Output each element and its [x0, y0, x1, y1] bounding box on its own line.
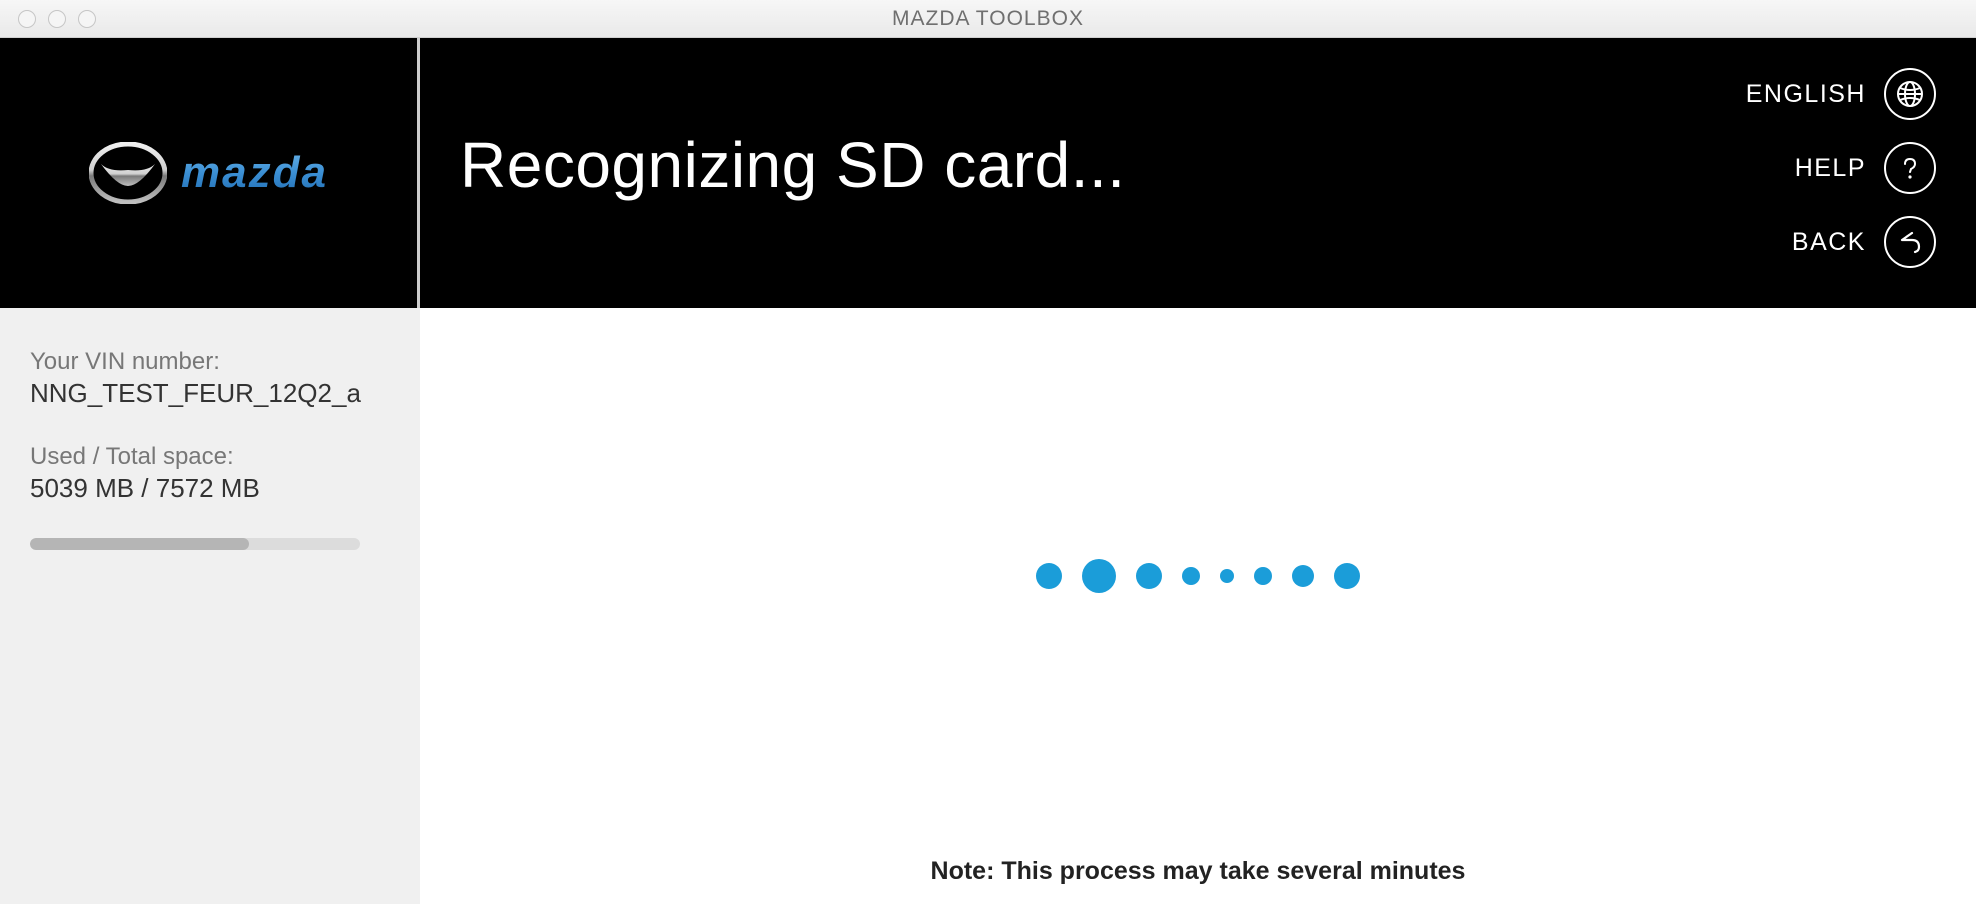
storage-progress [30, 538, 360, 550]
loader-dot [1292, 565, 1314, 587]
loader-dot [1082, 559, 1116, 593]
vin-value: NNG_TEST_FEUR_12Q2_a [30, 378, 390, 409]
help-label: HELP [1795, 154, 1866, 183]
window-title: MAZDA TOOLBOX [0, 7, 1976, 31]
loader-dot [1136, 563, 1162, 589]
page-title: Recognizing SD card... [460, 128, 1126, 202]
window-titlebar: MAZDA TOOLBOX [0, 0, 1976, 38]
loader-dot [1254, 567, 1272, 585]
minimize-window-button[interactable] [48, 10, 66, 28]
vin-label: Your VIN number: [30, 348, 390, 376]
storage-progress-fill [30, 538, 249, 550]
sidebar: mazda Your VIN number: NNG_TEST_FEUR_12Q… [0, 38, 420, 904]
main: Recognizing SD card... ENGLISH [420, 38, 1976, 904]
question-icon [1884, 142, 1936, 194]
main-body: Note: This process may take several minu… [420, 308, 1976, 904]
space-value: 5039 MB / 7572 MB [30, 473, 390, 504]
close-window-button[interactable] [18, 10, 36, 28]
brand-logo: mazda [89, 142, 328, 204]
loader-dot [1220, 569, 1234, 583]
space-label: Used / Total space: [30, 443, 390, 471]
help-button[interactable]: HELP [1795, 142, 1936, 194]
language-label: ENGLISH [1746, 80, 1866, 109]
main-header: Recognizing SD card... ENGLISH [420, 38, 1976, 308]
app-container: mazda Your VIN number: NNG_TEST_FEUR_12Q… [0, 38, 1976, 904]
sidebar-header: mazda [0, 38, 420, 308]
sidebar-body: Your VIN number: NNG_TEST_FEUR_12Q2_a Us… [0, 308, 420, 904]
back-arrow-icon [1884, 216, 1936, 268]
globe-icon [1884, 68, 1936, 120]
window-controls [0, 10, 96, 28]
language-button[interactable]: ENGLISH [1746, 68, 1936, 120]
loader-dot [1334, 563, 1360, 589]
top-actions: ENGLISH HELP [1746, 68, 1936, 268]
process-note: Note: This process may take several minu… [420, 857, 1976, 886]
loader-dot [1182, 567, 1200, 585]
brand-wordmark: mazda [181, 148, 328, 198]
loader-dot [1036, 563, 1062, 589]
back-label: BACK [1792, 228, 1866, 257]
loading-indicator [1036, 559, 1360, 593]
mazda-emblem-icon [89, 142, 167, 204]
zoom-window-button[interactable] [78, 10, 96, 28]
back-button[interactable]: BACK [1792, 216, 1936, 268]
